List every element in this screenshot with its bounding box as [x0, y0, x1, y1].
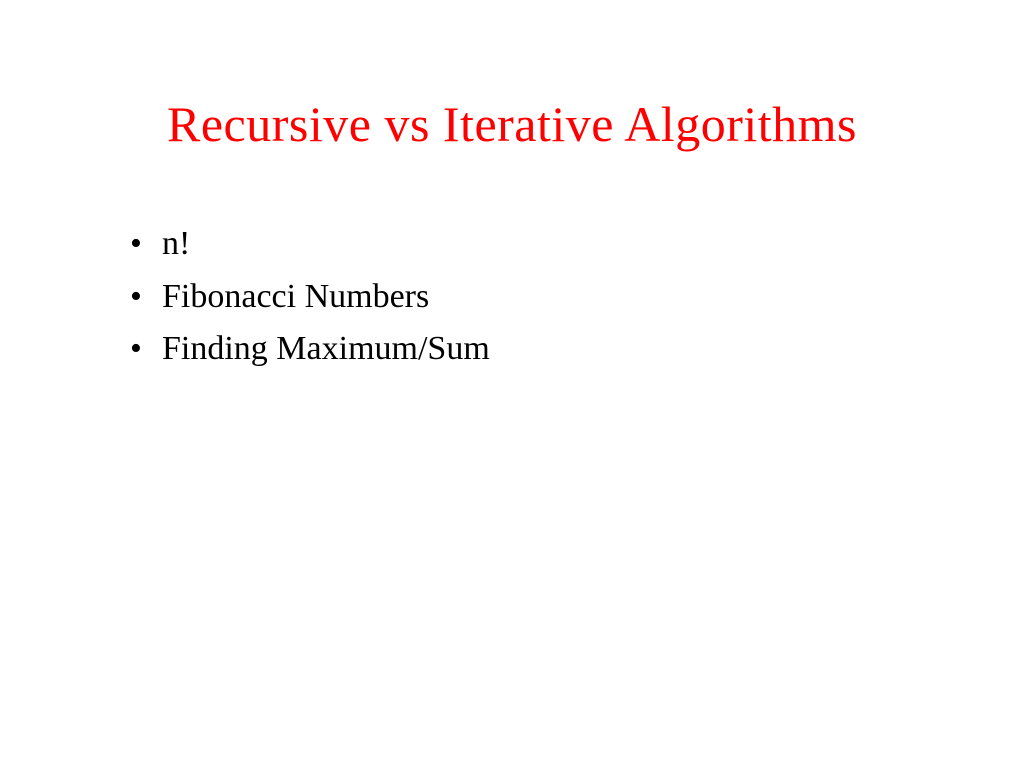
bullet-list: n! Fibonacci Numbers Finding Maximum/Sum	[90, 218, 934, 376]
slide: Recursive vs Iterative Algorithms n! Fib…	[0, 0, 1024, 768]
list-item: Fibonacci Numbers	[130, 271, 934, 324]
list-item: n!	[130, 218, 934, 271]
slide-title: Recursive vs Iterative Algorithms	[90, 95, 934, 153]
list-item: Finding Maximum/Sum	[130, 323, 934, 376]
